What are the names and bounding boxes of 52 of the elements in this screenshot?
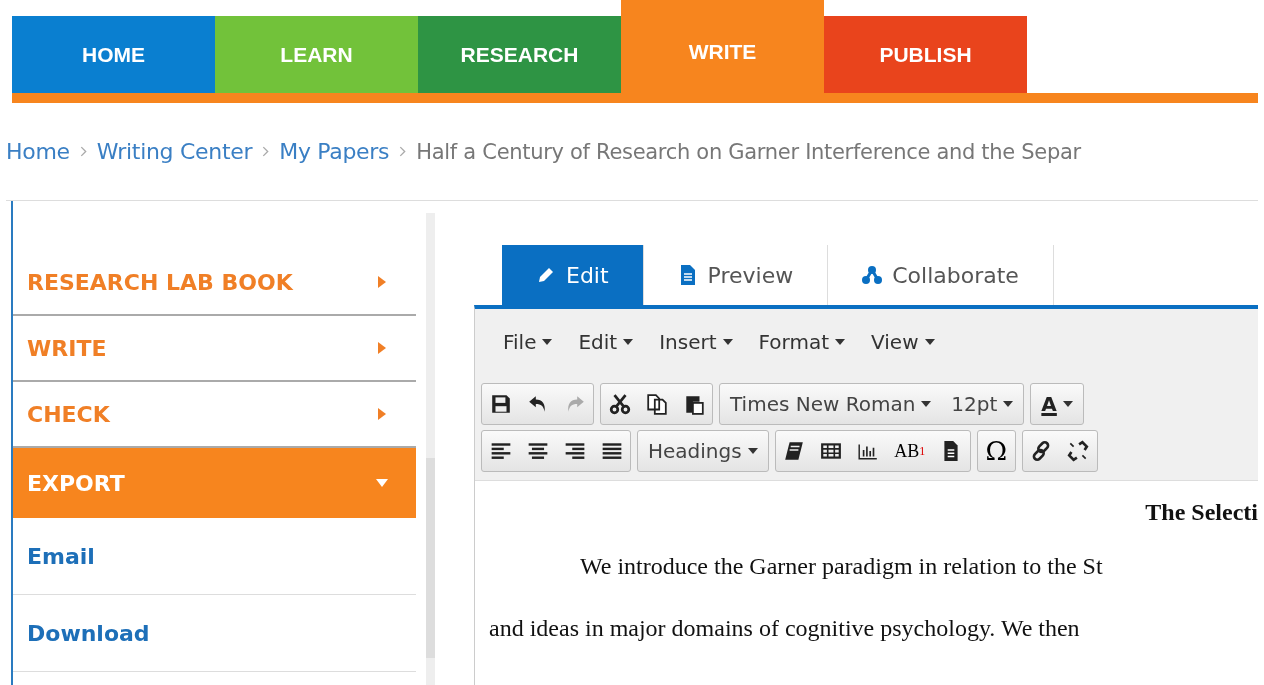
sidebar-link[interactable]: Email	[13, 518, 416, 595]
caret-down-icon	[722, 339, 733, 345]
chevron-right-icon	[79, 146, 87, 157]
caret-down-icon	[623, 339, 634, 345]
font-size-dropdown[interactable]: 12pt	[941, 384, 1024, 424]
document-text-line: We introduce the Garner paradigm in relation to the St	[580, 553, 1103, 579]
align-center-icon	[526, 440, 549, 462]
caret-right-icon	[376, 341, 388, 355]
breadcrumb-link[interactable]: Home	[6, 139, 70, 164]
caret-right-icon	[376, 407, 388, 421]
caret-down-icon	[835, 339, 846, 345]
book-icon	[783, 440, 806, 462]
breadcrumb-link[interactable]: Writing Center	[96, 139, 253, 164]
caret-down-icon	[921, 401, 932, 407]
document-title: The Selecti	[1145, 499, 1258, 527]
caret-down-icon	[747, 448, 758, 454]
breadcrumb-link[interactable]: My Papers	[279, 139, 390, 164]
table-icon	[820, 440, 843, 462]
share-nodes-icon	[862, 265, 883, 285]
chevron-right-icon	[399, 146, 407, 157]
nav-tab[interactable]: PUBLISH	[824, 16, 1027, 93]
caret-down-icon	[1003, 401, 1014, 407]
text-color-button[interactable]: A	[1031, 384, 1083, 424]
special-character-button[interactable]: Ω	[977, 431, 1015, 471]
align-left-icon	[489, 440, 512, 462]
sidebar-item[interactable]: RESEARCH LAB BOOK	[13, 250, 416, 316]
caret-down-icon	[1062, 401, 1073, 407]
sidebar-link[interactable]: Download	[13, 595, 416, 672]
font-family-dropdown[interactable]: Times New Roman	[720, 384, 942, 424]
breadcrumb-current: Half a Century of Research on Garner Interference and the Separ	[416, 139, 1081, 164]
caret-right-icon	[376, 275, 388, 289]
menu-item[interactable]: File	[503, 330, 553, 354]
align-right-icon	[563, 440, 586, 462]
nav-tab[interactable]: HOME	[12, 16, 215, 93]
scissors-icon	[608, 393, 631, 415]
copy-icon	[645, 393, 668, 415]
nav-tab[interactable]: RESEARCH	[418, 16, 621, 93]
caret-down-icon	[924, 339, 935, 345]
pencil-icon	[536, 265, 556, 285]
scrollbar-thumb[interactable]	[426, 458, 435, 658]
menu-item[interactable]: View	[871, 330, 935, 354]
caret-down-icon	[542, 339, 553, 345]
document-text-line: and ideas in major domains of cognitive psychology. We then	[489, 615, 1080, 641]
align-justify-icon	[600, 440, 623, 462]
broken-link-icon	[1067, 440, 1090, 462]
sidebar-item[interactable]: WRITE	[13, 316, 416, 382]
chevron-right-icon	[262, 146, 270, 157]
menu-item[interactable]: Insert	[659, 330, 733, 354]
menu-item[interactable]: Format	[758, 330, 846, 354]
menu-item[interactable]: Edit	[578, 330, 634, 354]
editor-tab[interactable]: Edit	[502, 245, 644, 305]
headings-dropdown[interactable]: Headings	[638, 431, 768, 471]
